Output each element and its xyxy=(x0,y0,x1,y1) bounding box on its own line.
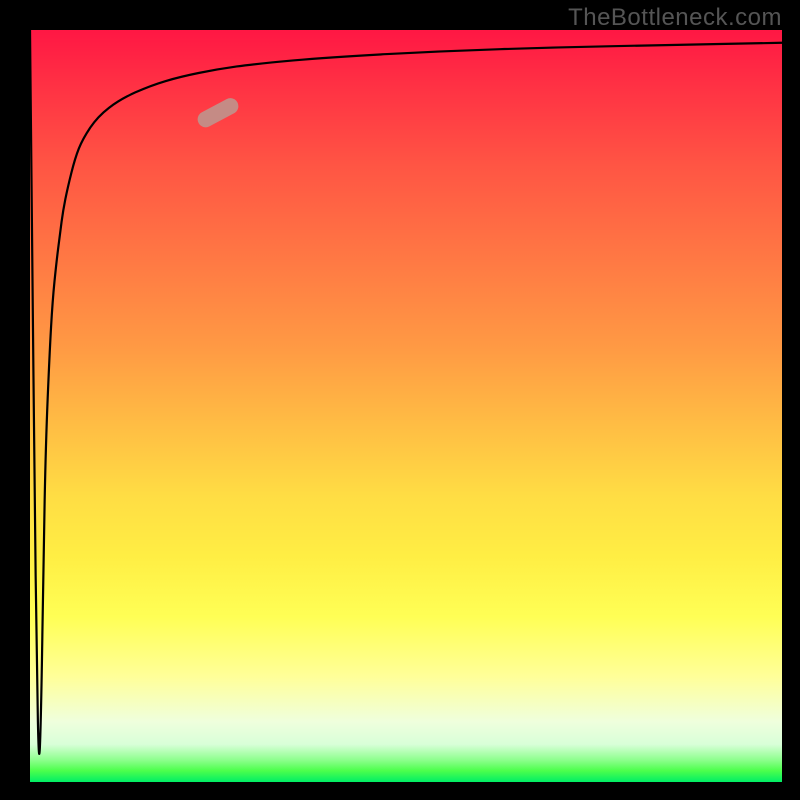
curve-marker xyxy=(195,95,241,130)
chart-frame: TheBottleneck.com xyxy=(0,0,800,800)
chart-plot-area xyxy=(30,30,782,782)
bottleneck-curve xyxy=(30,30,782,754)
credit-label: TheBottleneck.com xyxy=(568,4,782,32)
chart-svg xyxy=(30,30,782,782)
curve-marker-pill xyxy=(195,95,241,130)
